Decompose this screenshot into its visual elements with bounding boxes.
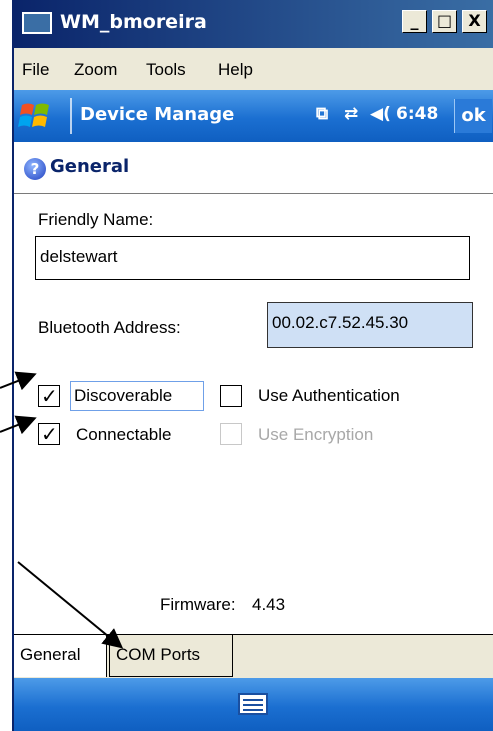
connectable-checkbox[interactable]: ✓ — [38, 422, 60, 446]
soft-key-bar — [14, 678, 493, 731]
nav-separator — [70, 98, 72, 134]
section-header: ? General — [14, 142, 493, 194]
firmware-label: Firmware: — [160, 595, 236, 614]
tab-com-ports[interactable]: COM Ports — [109, 635, 233, 677]
menu-file[interactable]: File — [22, 60, 49, 80]
bluetooth-address-label: Bluetooth Address: — [38, 318, 181, 337]
friendly-name-label: Friendly Name: — [38, 210, 154, 229]
firmware-value: 4.43 — [252, 595, 286, 614]
use-authentication-label[interactable]: Use Authentication — [258, 386, 400, 406]
tab-general[interactable]: General — [14, 635, 107, 677]
check-icon: ✓ — [41, 422, 58, 446]
windows-icon[interactable]: ⧉ — [316, 104, 328, 124]
section-title: General — [50, 156, 130, 177]
app-window: WM_bmoreira _ □ X File Zoom Tools Help D… — [12, 0, 493, 731]
menu-tools[interactable]: Tools — [146, 60, 186, 80]
nav-app-title: Device Manage — [80, 104, 235, 125]
keyboard-icon[interactable] — [238, 693, 268, 715]
window-app-icon — [22, 12, 52, 34]
clock-time[interactable]: 6:48 — [396, 104, 438, 124]
check-icon: ✓ — [41, 384, 58, 408]
title-bar[interactable]: WM_bmoreira _ □ X — [14, 0, 493, 48]
help-icon[interactable]: ? — [24, 158, 46, 180]
discoverable-label[interactable]: Discoverable — [74, 386, 172, 406]
menu-zoom[interactable]: Zoom — [74, 60, 117, 80]
bluetooth-address-field: 00.02.c7.52.45.30 — [267, 302, 473, 348]
volume-icon[interactable]: ◀( — [370, 104, 391, 124]
use-encryption-checkbox — [220, 423, 242, 445]
menu-help[interactable]: Help — [218, 60, 253, 80]
device-nav-bar: Device Manage ⧉ ⇄ ◀( 6:48 ok — [14, 90, 493, 142]
ok-button[interactable]: ok — [454, 99, 492, 133]
close-button[interactable]: X — [462, 10, 487, 33]
connectable-label[interactable]: Connectable — [76, 425, 171, 445]
window-title: WM_bmoreira — [60, 11, 207, 33]
menu-bar: File Zoom Tools Help — [14, 48, 493, 90]
use-authentication-checkbox[interactable] — [220, 385, 242, 407]
connectivity-icon[interactable]: ⇄ — [344, 104, 358, 124]
discoverable-checkbox[interactable]: ✓ — [38, 384, 60, 408]
maximize-button[interactable]: □ — [432, 10, 457, 33]
minimize-button[interactable]: _ — [402, 10, 427, 33]
tab-bar: General COM Ports — [14, 634, 493, 678]
use-encryption-label: Use Encryption — [258, 425, 374, 444]
settings-content: ? General Friendly Name: delstewart Blue… — [14, 142, 493, 634]
friendly-name-input[interactable]: delstewart — [35, 236, 470, 280]
windows-start-icon[interactable] — [18, 99, 52, 133]
